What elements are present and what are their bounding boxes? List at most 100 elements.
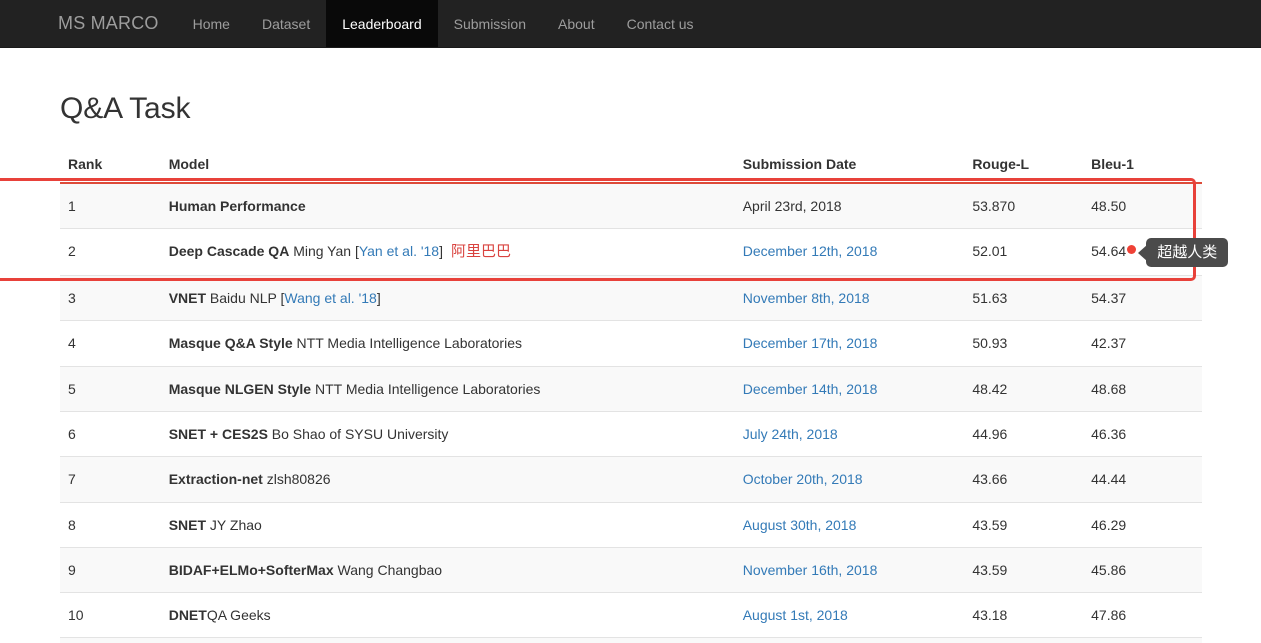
model-affiliation: JY Zhao xyxy=(206,516,262,533)
cell-rouge-l: 43.18 xyxy=(964,592,1084,638)
nav-item-dataset[interactable]: Dataset xyxy=(246,0,326,47)
model-name: SNET + CES2S xyxy=(168,425,268,442)
cell-rouge-l: 52.01 xyxy=(964,228,1084,276)
cell-model: Masque NLGEN Style NTT Media Intelligenc… xyxy=(160,365,735,412)
citation-wrapper: [Yan et al. '18] xyxy=(355,243,443,259)
table-row: 6 SNET + CES2S Bo Shao of SYSU University… xyxy=(60,410,1202,457)
table-row: 2 Deep Cascade QA Ming Yan [Yan et al. '1… xyxy=(60,228,1202,276)
cell-rank: 5 xyxy=(60,365,161,412)
cell-rank: 9 xyxy=(60,546,161,593)
annotation-tooltip: 超越人类 xyxy=(1146,238,1229,268)
cell-submission-date: December 17th, 2018 xyxy=(734,320,965,367)
cell-bleu-1: 46.36 xyxy=(1083,410,1202,457)
submission-date-link[interactable]: August 30th, 2018 xyxy=(743,517,857,533)
model-name: Human Performance xyxy=(168,198,306,214)
bleu-value: 48.68 xyxy=(1091,380,1127,397)
cell-rank: 1 xyxy=(60,182,161,229)
submission-date-link[interactable]: December 14th, 2018 xyxy=(743,381,878,397)
model-name: Masque NLGEN Style xyxy=(168,380,312,397)
cell-rouge-l: 53.870 xyxy=(964,182,1084,229)
cell-model: BIDAF+ELMo+SofterMax Wang Changbao xyxy=(160,546,735,593)
cell-rouge-l: 50.93 xyxy=(964,320,1084,367)
submission-date-link[interactable]: July 24th, 2018 xyxy=(743,426,838,442)
cell-submission-date: December 12th, 2018 xyxy=(734,228,965,276)
submission-date-link[interactable]: November 8th, 2018 xyxy=(743,290,870,306)
cell-model: DNETQA Geeks xyxy=(160,592,735,638)
cell-rouge-l: 42.07 xyxy=(964,637,1084,643)
citation-link[interactable]: Yan et al. '18 xyxy=(359,243,439,259)
model-affiliation: NTT Media Intelligence Laboratories xyxy=(311,380,541,397)
table-header-row: Rank Model Submission Date Rouge-L Bleu-… xyxy=(60,148,1202,184)
submission-date-link[interactable]: October 20th, 2018 xyxy=(743,471,863,487)
model-name: Masque Q&A Style xyxy=(168,335,293,352)
table-row: 8 SNET JY Zhao August 30th, 2018 43.59 46.29 xyxy=(60,501,1202,548)
model-name: BIDAF+ELMo+SofterMax xyxy=(168,561,334,578)
column-header-rouge-l[interactable]: Rouge-L xyxy=(964,148,1084,184)
submission-date-link[interactable]: December 12th, 2018 xyxy=(743,243,878,259)
cell-model: SNET + CES2S Bo Shao of SYSU University xyxy=(160,410,735,457)
column-header-bleu-1[interactable]: Bleu-1 xyxy=(1083,148,1202,184)
nav-item-submission[interactable]: Submission xyxy=(438,0,542,47)
table-row: 10 DNETQA Geeks August 1st, 2018 43.18 47.86 xyxy=(60,592,1202,638)
citation-close-bracket: ] xyxy=(376,290,381,307)
submission-date-link[interactable]: December 17th, 2018 xyxy=(743,335,878,351)
model-name: VNET xyxy=(168,290,207,307)
cell-rouge-l: 44.96 xyxy=(964,410,1084,457)
organization-name-cn: 阿里巴巴 xyxy=(450,243,511,261)
bleu-value: 47.86 xyxy=(1091,607,1127,624)
model-affiliation: QA Geeks xyxy=(206,607,271,624)
cell-bleu-1: 48.68 xyxy=(1083,365,1202,412)
cell-model: Extraction-net zlsh80826 xyxy=(160,456,735,503)
model-name: DNET xyxy=(168,607,207,624)
cell-bleu-1: 54.37 xyxy=(1083,275,1202,321)
table-row: 3 VNET Baidu NLP [Wang et al. '18] Novembe… xyxy=(60,275,1202,321)
cell-rank: 2 xyxy=(60,228,161,276)
nav-item-about[interactable]: About xyxy=(542,0,611,47)
model-affiliation: NTT Media Intelligence Laboratories xyxy=(292,335,522,352)
cell-rank: 4 xyxy=(60,320,161,367)
citation-wrapper: [Wang et al. '18] xyxy=(281,290,381,306)
cell-model: SNET JY Zhao xyxy=(160,501,735,548)
bleu-value: 54.64 xyxy=(1091,243,1127,260)
submission-date-link[interactable]: August 1st, 2018 xyxy=(743,607,848,623)
model-affiliation: Wang Changbao xyxy=(333,561,443,578)
bleu-value: 54.37 xyxy=(1091,290,1127,307)
table-row: 4 Masque Q&A Style NTT Media Intelligence… xyxy=(60,320,1202,367)
cell-rouge-l: 43.66 xyxy=(964,456,1084,503)
bleu-value: 46.29 xyxy=(1091,516,1127,533)
column-header-submission-date[interactable]: Submission Date xyxy=(734,148,965,184)
column-header-rank[interactable]: Rank xyxy=(60,148,161,184)
cell-bleu-1: 47.86 xyxy=(1083,592,1202,638)
cell-rank: 6 xyxy=(60,410,161,457)
cell-rouge-l: 51.63 xyxy=(964,275,1084,321)
top-navbar: MS MARCO Home Dataset Leaderboard Submis… xyxy=(0,0,1261,48)
cell-rank: 8 xyxy=(60,501,161,548)
brand-ms-marco[interactable]: MS MARCO xyxy=(36,0,177,47)
cell-model: Deep Cascade QA Ming Yan [Yan et al. '18… xyxy=(160,228,735,276)
cell-submission-date: November 8th, 2018 xyxy=(734,275,965,321)
table-row: 7 Extraction-net zlsh80826 October 20th, 2… xyxy=(60,456,1202,503)
leaderboard-table: Rank Model Submission Date Rouge-L Bleu-… xyxy=(60,148,1202,643)
cell-rouge-l: 43.59 xyxy=(964,546,1084,593)
cell-model: Reader-Writer Microsoft Business Applica… xyxy=(160,637,735,643)
cell-submission-date: October 20th, 2018 xyxy=(734,456,965,503)
cell-rank: 3 xyxy=(60,275,161,321)
citation-link[interactable]: Wang et al. '18 xyxy=(284,290,376,306)
model-name: Deep Cascade QA xyxy=(168,243,290,260)
cell-model: Masque Q&A Style NTT Media Intelligence … xyxy=(160,320,735,367)
cell-rouge-l: 48.42 xyxy=(964,365,1084,412)
nav-item-contact-us[interactable]: Contact us xyxy=(611,0,710,47)
bleu-value: 45.86 xyxy=(1091,561,1127,578)
cell-bleu-1: 46.29 xyxy=(1083,501,1202,548)
cell-bleu-1: 44.44 xyxy=(1083,456,1202,503)
bleu-value: 46.36 xyxy=(1091,425,1127,442)
nav-item-leaderboard[interactable]: Leaderboard xyxy=(326,0,438,47)
submission-date-link: April 23rd, 2018 xyxy=(742,198,842,214)
nav-item-home[interactable]: Home xyxy=(177,0,246,47)
cell-submission-date: April 23rd, 2018 xyxy=(734,182,965,229)
cell-bleu-1: 42.37 xyxy=(1083,320,1202,367)
submission-date-link[interactable]: November 16th, 2018 xyxy=(743,562,878,578)
table-row: 11Reader-Writer Microsoft Business Appli… xyxy=(60,637,1202,643)
column-header-model[interactable]: Model xyxy=(160,148,735,184)
page-content: Q&A Task Rank Model Submission Date Roug… xyxy=(0,92,1261,643)
